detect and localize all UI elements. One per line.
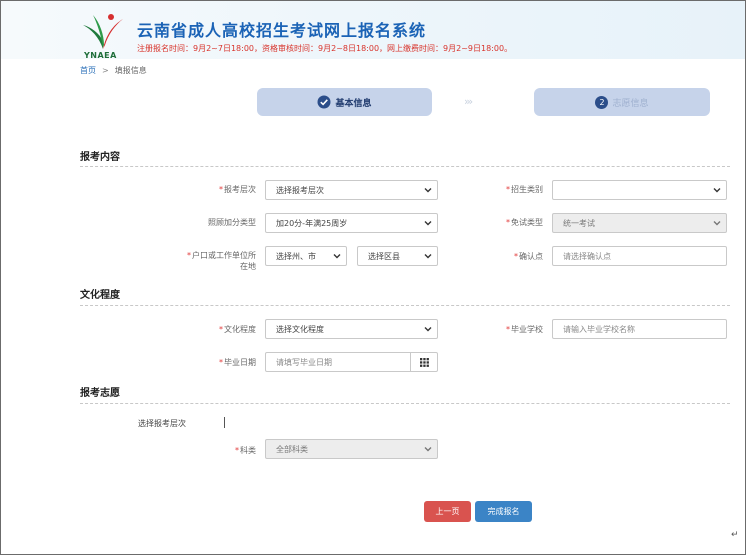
chevron-down-icon (424, 447, 432, 452)
page-frame (0, 0, 746, 555)
chevron-down-icon (333, 254, 341, 259)
city-select[interactable]: 选择州、市 (265, 246, 347, 266)
step-number-badge: 2 (595, 95, 609, 109)
chevron-down-icon (713, 221, 721, 226)
level-select[interactable]: 选择报考层次 (265, 180, 438, 200)
chevron-down-icon (424, 254, 432, 259)
breadcrumb: 首页 > 填报信息 (80, 65, 147, 76)
schedule-notice: 注册报名时间：9月2~7日18:00，资格审核时间：9月2~8日18:00，网上… (137, 44, 513, 53)
text-cursor (224, 417, 225, 428)
confirm-point-input[interactable]: 请选择确认点 (552, 246, 727, 266)
calendar-grid-icon (419, 357, 429, 367)
section-divider (80, 305, 730, 306)
step-arrows-icon: ››› (464, 95, 473, 108)
section-title-education: 文化程度 (80, 290, 120, 301)
step-basic-info-label: 基本信息 (335, 98, 372, 109)
breadcrumb-separator: > (102, 66, 109, 75)
exempt-label: *免试类型 (506, 218, 543, 227)
edu-level-label: *文化程度 (219, 325, 256, 334)
section-divider (80, 403, 730, 404)
level-label: *报考层次 (219, 185, 256, 194)
prev-page-button[interactable]: 上一页 (424, 501, 471, 522)
category-select[interactable] (552, 180, 727, 200)
bonus-select[interactable]: 加20分-年满25周岁 (265, 213, 438, 233)
county-select[interactable]: 选择区县 (357, 246, 438, 266)
check-circle-icon (317, 95, 331, 109)
edu-level-select[interactable]: 选择文化程度 (265, 319, 438, 339)
step-wish-info[interactable]: 2 志愿信息 (534, 88, 710, 116)
section-divider (80, 166, 730, 167)
breadcrumb-current: 填报信息 (114, 66, 147, 75)
logo-text: YNAEA (84, 51, 117, 60)
step-basic-info[interactable]: 基本信息 (257, 88, 432, 116)
chevron-down-icon (424, 188, 432, 193)
step-wish-info-label: 志愿信息 (612, 98, 649, 109)
subject-select: 全部科类 (265, 439, 438, 459)
section-title-content: 报考内容 (80, 152, 120, 163)
school-label: *毕业学校 (506, 325, 543, 334)
grad-date-label: *毕业日期 (219, 358, 256, 367)
calendar-button[interactable] (410, 353, 437, 371)
site-title: 云南省成人高校招生考试网上报名系统 (137, 21, 427, 40)
bonus-label: 照顾加分类型 (208, 218, 256, 227)
category-label: *招生类别 (506, 185, 543, 194)
confirm-point-label: *确认点 (514, 252, 543, 261)
paragraph-mark: ↵ (731, 530, 739, 540)
chevron-down-icon (713, 188, 721, 193)
exempt-select: 统一考试 (552, 213, 727, 233)
wish-level-label: 选择报考层次 (138, 419, 186, 428)
residence-label: *户口或工作单位所 在地 (187, 251, 256, 271)
chevron-down-icon (424, 327, 432, 332)
school-input[interactable]: 请输入毕业学校名称 (552, 319, 727, 339)
breadcrumb-home-link[interactable]: 首页 (80, 66, 96, 75)
complete-registration-button[interactable]: 完成报名 (475, 501, 532, 522)
subject-label: *科类 (235, 446, 256, 455)
chevron-down-icon (424, 221, 432, 226)
section-title-wish: 报考志愿 (80, 388, 120, 399)
grad-date-input[interactable]: 请填写毕业日期 (265, 352, 438, 372)
site-header: YNAEA 云南省成人高校招生考试网上报名系统 注册报名时间：9月2~7日18:… (1, 1, 745, 60)
